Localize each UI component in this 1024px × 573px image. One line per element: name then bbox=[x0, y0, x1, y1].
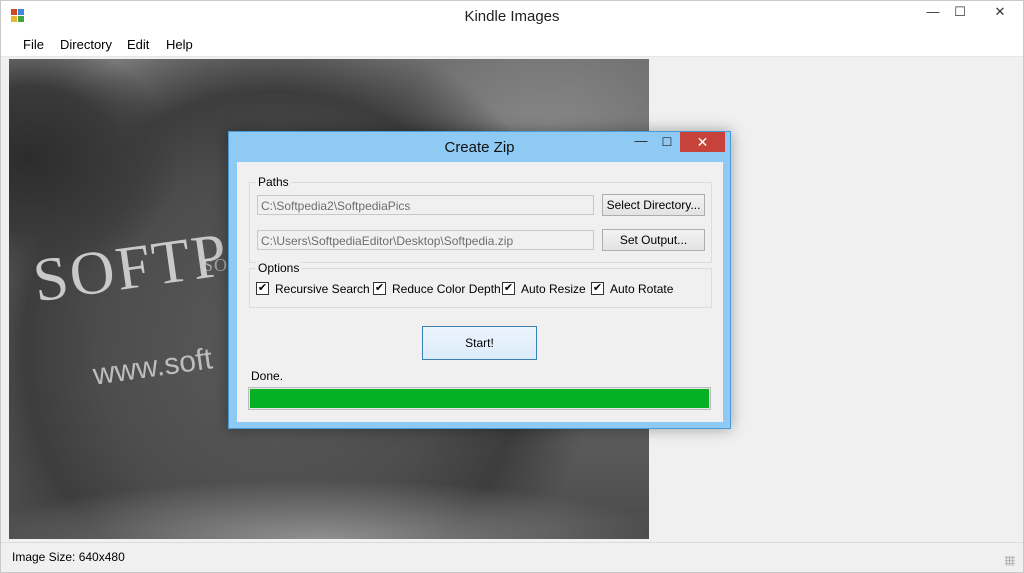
title-bar: Kindle Images — ☐ ✕ bbox=[1, 1, 1023, 31]
checkmark-icon[interactable]: ✔ bbox=[373, 282, 386, 295]
auto-resize-label[interactable]: Auto Resize bbox=[521, 282, 586, 296]
dialog-client: Paths C:\Softpedia2\SoftpediaPics Select… bbox=[237, 162, 723, 422]
window-title: Kindle Images bbox=[464, 8, 560, 25]
options-legend: Options bbox=[256, 261, 302, 275]
recursive-search-label[interactable]: Recursive Search bbox=[275, 282, 370, 296]
status-text: Done. bbox=[251, 369, 284, 383]
dialog-minimize-button[interactable]: — bbox=[628, 132, 654, 152]
menu-file[interactable]: File bbox=[23, 37, 44, 52]
select-directory-button[interactable]: Select Directory... bbox=[602, 194, 705, 216]
start-button[interactable]: Start! bbox=[422, 326, 537, 360]
dialog-maximize-button[interactable]: ☐ bbox=[654, 132, 680, 152]
auto-rotate-label[interactable]: Auto Rotate bbox=[610, 282, 673, 296]
resize-grip-icon[interactable] bbox=[1005, 556, 1015, 566]
minimize-button[interactable]: — bbox=[918, 1, 948, 25]
image-size-status: Image Size: 640x480 bbox=[12, 550, 125, 564]
progress-bar bbox=[248, 387, 711, 410]
paths-group: Paths C:\Softpedia2\SoftpediaPics Select… bbox=[249, 175, 712, 263]
create-zip-dialog: Create Zip — ☐ ✕ Paths C:\Softpedia2\Sof… bbox=[228, 131, 731, 429]
dialog-close-button[interactable]: ✕ bbox=[680, 132, 725, 152]
options-group: Options ✔ Recursive Search ✔ Reduce Colo… bbox=[249, 261, 712, 308]
photo-url-text: www.soft bbox=[91, 342, 215, 392]
paths-legend: Paths bbox=[256, 175, 291, 189]
maximize-button[interactable]: ☐ bbox=[945, 1, 975, 25]
checkmark-icon[interactable]: ✔ bbox=[591, 282, 604, 295]
menu-bar: File Directory Edit Help bbox=[1, 31, 1023, 57]
menu-help[interactable]: Help bbox=[166, 37, 193, 52]
status-bar: Image Size: 640x480 bbox=[1, 542, 1023, 572]
menu-directory[interactable]: Directory bbox=[60, 37, 112, 52]
output-path-field[interactable]: C:\Users\SoftpediaEditor\Desktop\Softped… bbox=[257, 230, 594, 250]
progress-fill bbox=[250, 389, 709, 408]
close-button[interactable]: ✕ bbox=[985, 1, 1015, 25]
checkmark-icon[interactable]: ✔ bbox=[502, 282, 515, 295]
set-output-button[interactable]: Set Output... bbox=[602, 229, 705, 251]
menu-edit[interactable]: Edit bbox=[127, 37, 149, 52]
reduce-color-depth-label[interactable]: Reduce Color Depth bbox=[392, 282, 501, 296]
checkmark-icon[interactable]: ✔ bbox=[256, 282, 269, 295]
directory-path-field[interactable]: C:\Softpedia2\SoftpediaPics bbox=[257, 195, 594, 215]
